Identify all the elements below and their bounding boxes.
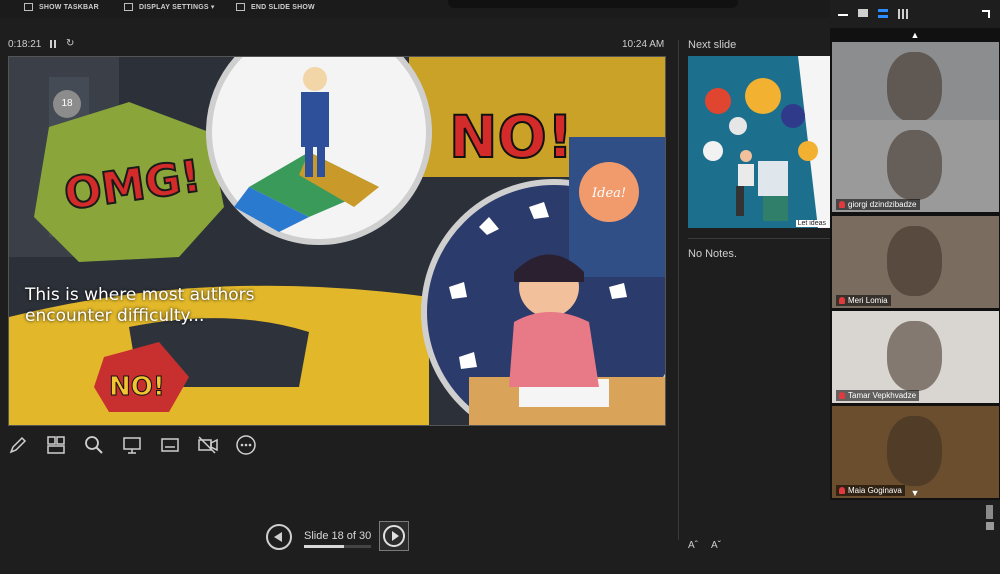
participant-name: Tamar Vepkhvadze [848, 391, 917, 400]
display-settings-button[interactable]: DISPLAY SETTINGS ▾ [124, 3, 215, 11]
slide-artwork: OMG! NO! NO! Idea! [9, 57, 665, 425]
muted-mic-icon [839, 297, 845, 304]
svg-text:NO!: NO! [109, 372, 165, 402]
scroll-up-icon[interactable]: ▲ [910, 30, 920, 40]
participant-name-tag: Maia Goginava [836, 485, 905, 496]
presenter-topbar: SHOW TASKBAR DISPLAY SETTINGS ▾ END SLID… [0, 0, 830, 18]
taskbar-icon [24, 3, 33, 11]
slide-caption-line-2: encounter difficulty... [25, 306, 205, 326]
participant-name-tag: Tamar Vepkhvadze [836, 390, 920, 401]
show-taskbar-label: SHOW TASKBAR [39, 3, 99, 11]
participant-name-tag: giorgi dzindzibadze [836, 199, 920, 210]
subtitles-icon[interactable] [158, 434, 182, 456]
single-view-icon[interactable] [858, 9, 868, 17]
end-slide-show-label: END SLIDE SHOW [251, 3, 315, 11]
video-gallery-panel: ▲ nino tebidzegiorgi dzindzibadzeMeri Lo… [830, 0, 1000, 500]
pause-timer-icon[interactable] [50, 40, 57, 48]
laser-pointer-icon[interactable] [120, 434, 144, 456]
see-all-slides-icon[interactable] [44, 434, 68, 456]
minimize-icon[interactable] [838, 14, 848, 16]
slide-number-badge: 18 [53, 90, 81, 118]
muted-mic-icon [839, 392, 845, 399]
slide-counter[interactable]: Slide 18 of 30 [304, 530, 371, 542]
muted-mic-icon [839, 487, 845, 494]
slide-progress-fill [304, 545, 345, 548]
next-slide-artwork [688, 56, 830, 228]
gallery-toolbar [830, 0, 1000, 28]
participant-tile[interactable]: Tamar Vepkhvadze [832, 311, 999, 403]
gallery-view-icon[interactable] [898, 9, 908, 19]
expand-icon[interactable] [982, 10, 990, 18]
slide-caption: This is where most authors encounter dif… [25, 285, 255, 327]
increase-font-button[interactable]: Aˆ [688, 540, 698, 551]
next-slide-button[interactable] [379, 521, 409, 551]
participant-video [887, 416, 942, 486]
previous-slide-button[interactable] [266, 524, 292, 550]
scrollbar-thumb[interactable] [986, 505, 993, 519]
display-settings-label: DISPLAY SETTINGS ▾ [139, 4, 215, 11]
slide-caption-line-1: This is where most authors [25, 285, 255, 305]
participant-video [887, 130, 942, 200]
participant-name-tag: Meri Lomia [836, 295, 891, 306]
next-arrow-icon [383, 525, 405, 547]
svg-text:Idea!: Idea! [591, 186, 626, 201]
end-show-icon [236, 3, 245, 11]
svg-text:NO!: NO! [449, 103, 573, 171]
presenter-toolbar [6, 434, 258, 456]
participant-tile[interactable]: Maia Goginava [832, 406, 999, 498]
notes-divider [688, 238, 830, 239]
show-taskbar-button[interactable]: SHOW TASKBAR [24, 3, 99, 11]
current-time: 10:24 AM [622, 39, 665, 50]
panel-divider[interactable] [678, 40, 679, 540]
muted-mic-icon [839, 201, 845, 208]
share-bar [448, 0, 738, 8]
restart-timer-icon[interactable]: ↻ [66, 38, 74, 49]
next-slide-label: Next slide [688, 39, 737, 51]
participant-name: Maia Goginava [848, 486, 902, 495]
decrease-font-button[interactable]: Aˇ [711, 540, 721, 551]
slide-progress-bar [304, 545, 371, 548]
participant-tile[interactable]: Meri Lomia [832, 216, 999, 308]
elapsed-timer: 0:18:21 [8, 39, 42, 50]
participant-video [887, 321, 942, 391]
camera-off-icon[interactable] [196, 434, 220, 456]
participant-name: Meri Lomia [848, 296, 888, 305]
scrollbar-down-arrow[interactable] [986, 522, 994, 530]
more-options-icon[interactable] [234, 434, 258, 456]
participant-video [887, 226, 942, 296]
next-slide-caption: Let ideas [795, 220, 828, 227]
pen-icon[interactable] [6, 434, 30, 456]
current-slide[interactable]: OMG! NO! NO! Idea! 18 This is where most… [8, 56, 666, 426]
display-icon [124, 3, 133, 11]
participant-tile[interactable]: giorgi dzindzibadze [832, 120, 999, 212]
speaker-notes[interactable]: No Notes. [688, 248, 737, 260]
participant-video [887, 52, 942, 122]
next-slide-thumbnail[interactable]: Let ideas [688, 56, 830, 228]
participant-name: giorgi dzindzibadze [848, 200, 917, 209]
end-slide-show-button[interactable]: END SLIDE SHOW [236, 3, 315, 11]
no-burst-top: NO! [448, 102, 574, 172]
zoom-icon[interactable] [82, 434, 106, 456]
confused-man-circle [206, 57, 432, 245]
scroll-down-icon[interactable]: ▼ [910, 488, 920, 498]
strip-view-icon[interactable] [878, 9, 888, 18]
